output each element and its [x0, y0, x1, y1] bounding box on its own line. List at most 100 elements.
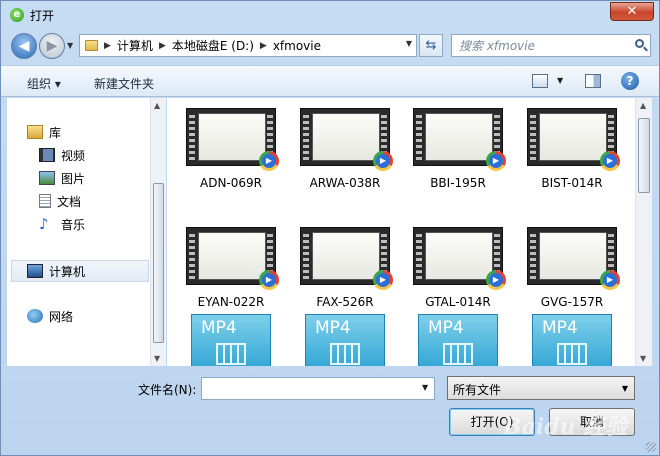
navigation-bar: ◀ ▶ ▼ ▶ 计算机 ▶ 本地磁盘E (D:) ▶ xfmovie ▼ ⇆: [1, 29, 659, 63]
player-badge-icon: [259, 151, 279, 171]
video-thumbnail: [527, 227, 620, 290]
sidebar-item-label: 音乐: [61, 217, 86, 232]
video-thumbnail: [300, 108, 393, 171]
scroll-thumb[interactable]: [153, 183, 164, 343]
file-item[interactable]: MP4: [408, 314, 508, 366]
player-badge-icon: [259, 270, 279, 290]
video-thumbnail: [413, 227, 506, 290]
navigation-pane: 库 视频 图片 文档 ♪ 音乐 计算机 网络 ▲ ▼: [7, 98, 166, 366]
mp4-file-icon: MP4: [418, 314, 498, 366]
file-item[interactable]: BBI-195R: [408, 108, 508, 190]
player-badge-icon: [600, 151, 620, 171]
file-name: BIST-014R: [541, 176, 603, 190]
title-bar: e 打开 ✕: [1, 1, 659, 29]
file-list-scrollbar[interactable]: ▲ ▼: [635, 98, 652, 366]
mp4-file-icon: MP4: [191, 314, 271, 366]
player-badge-icon: [486, 151, 506, 171]
document-icon: [39, 194, 51, 208]
address-dropdown-icon[interactable]: ▼: [406, 39, 412, 48]
sidebar-item-documents[interactable]: 文档: [39, 191, 81, 211]
help-button[interactable]: ?: [621, 72, 639, 90]
view-options-dropdown-icon[interactable]: ▼: [557, 76, 563, 85]
file-item[interactable]: GTAL-014R: [408, 227, 508, 309]
player-badge-icon: [600, 270, 620, 290]
close-button[interactable]: ✕: [610, 2, 654, 21]
address-bar[interactable]: ▶ 计算机 ▶ 本地磁盘E (D:) ▶ xfmovie ▼: [79, 34, 417, 57]
search-input[interactable]: [452, 35, 622, 56]
organize-button[interactable]: 组织 ▾: [27, 75, 61, 92]
sidebar-item-computer[interactable]: 计算机: [27, 261, 85, 281]
new-folder-button[interactable]: 新建文件夹: [94, 75, 154, 92]
file-name: EYAN-022R: [197, 295, 265, 309]
file-type-label: MP4: [428, 318, 464, 338]
video-icon: [39, 148, 55, 162]
filename-label: 文件名(N):: [138, 383, 197, 397]
command-toolbar: 组织 ▾ 新建文件夹 ▼ ?: [1, 65, 659, 97]
app-icon: e: [10, 8, 24, 22]
library-icon: [27, 125, 43, 139]
file-type-select[interactable]: 所有文件 ▼: [447, 376, 635, 400]
resize-grip-icon[interactable]: [646, 442, 656, 452]
breadcrumb-folder[interactable]: xfmovie: [273, 39, 321, 53]
file-type-value: 所有文件: [453, 383, 502, 397]
breadcrumb-separator-icon[interactable]: ▶: [104, 41, 111, 51]
sidebar-item-video[interactable]: 视频: [39, 145, 85, 165]
sidebar-item-label: 网络: [49, 309, 74, 324]
file-type-label: MP4: [315, 318, 351, 338]
scroll-down-icon[interactable]: ▼: [154, 354, 160, 363]
file-item[interactable]: EYAN-022R: [181, 227, 281, 309]
breadcrumb-drive[interactable]: 本地磁盘E (D:): [172, 37, 254, 54]
filename-input[interactable]: [201, 377, 435, 400]
player-badge-icon: [373, 270, 393, 290]
music-icon: ♪: [39, 215, 49, 233]
file-item[interactable]: FAX-526R: [295, 227, 395, 309]
video-thumbnail: [186, 227, 279, 290]
breadcrumb-separator-icon[interactable]: ▶: [260, 41, 267, 51]
computer-icon: [27, 264, 43, 278]
sidebar-item-music[interactable]: ♪ 音乐: [39, 214, 85, 234]
file-list: ADN-069R ARWA-038R BBI-195R BIST-014R EY…: [167, 98, 635, 366]
scroll-down-icon[interactable]: ▼: [640, 354, 646, 363]
chevron-down-icon: ▼: [621, 384, 628, 393]
window-title: 打开: [30, 9, 55, 23]
sidebar-item-label: 库: [49, 125, 62, 140]
recent-pages-dropdown-icon[interactable]: ▼: [67, 41, 73, 50]
search-icon[interactable]: [635, 39, 644, 48]
sidebar-item-label: 计算机: [49, 264, 86, 279]
sidebar-item-network[interactable]: 网络: [27, 306, 73, 326]
player-badge-icon: [373, 151, 393, 171]
refresh-button[interactable]: ⇆: [419, 34, 443, 57]
file-item[interactable]: ARWA-038R: [295, 108, 395, 190]
scroll-up-icon[interactable]: ▲: [154, 101, 160, 110]
file-type-label: MP4: [542, 318, 578, 338]
scroll-thumb[interactable]: [638, 118, 650, 193]
file-item[interactable]: MP4: [522, 314, 622, 366]
preview-pane-icon[interactable]: [585, 74, 601, 88]
navigation-scrollbar[interactable]: ▲ ▼: [150, 98, 166, 366]
file-item[interactable]: ADN-069R: [181, 108, 281, 190]
file-name: ADN-069R: [200, 176, 262, 190]
sidebar-item-library[interactable]: 库: [27, 122, 61, 142]
breadcrumb-separator-icon[interactable]: ▶: [159, 41, 166, 51]
network-icon: [27, 309, 43, 323]
back-button[interactable]: ◀: [11, 33, 37, 59]
mp4-file-icon: MP4: [305, 314, 385, 366]
sidebar-item-label: 视频: [61, 148, 86, 163]
file-item[interactable]: BIST-014R: [522, 108, 622, 190]
file-name: BBI-195R: [430, 176, 486, 190]
scroll-up-icon[interactable]: ▲: [640, 101, 646, 110]
file-item[interactable]: MP4: [181, 314, 281, 366]
breadcrumb-computer[interactable]: 计算机: [117, 37, 153, 54]
file-type-label: MP4: [201, 318, 237, 338]
file-name: FAX-526R: [316, 295, 374, 309]
file-name: GTAL-014R: [425, 295, 491, 309]
file-item[interactable]: GVG-157R: [522, 227, 622, 309]
change-view-icon[interactable]: [532, 74, 548, 88]
file-item[interactable]: MP4: [295, 314, 395, 366]
search-box: [451, 34, 651, 57]
sidebar-item-pictures[interactable]: 图片: [39, 168, 85, 188]
open-file-dialog: e 打开 ✕ ◀ ▶ ▼ ▶ 计算机 ▶ 本地磁盘E (D:) ▶ xfmovi…: [0, 0, 660, 456]
filename-history-dropdown-icon[interactable]: ▼: [422, 383, 428, 392]
video-thumbnail: [186, 108, 279, 171]
forward-button[interactable]: ▶: [39, 33, 65, 59]
